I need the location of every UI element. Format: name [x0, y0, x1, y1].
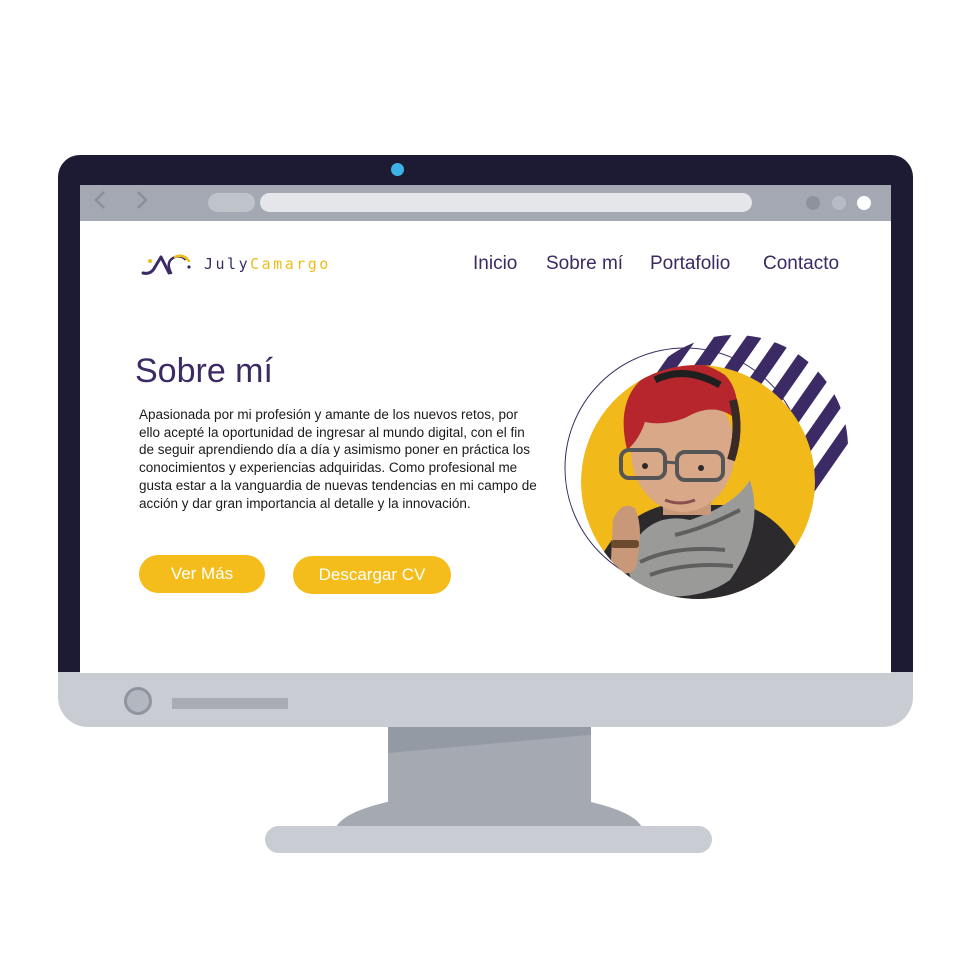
nav-portafolio[interactable]: Portafolio: [650, 253, 730, 275]
profile-photo: [564, 335, 848, 599]
nav-contacto[interactable]: Contacto: [763, 253, 839, 275]
nav-sobre-mi[interactable]: Sobre mí: [546, 253, 623, 275]
page-title: Sobre mí: [135, 352, 273, 390]
brand-second: Camargo: [250, 255, 331, 273]
window-dot-3[interactable]: [857, 196, 871, 210]
ver-mas-button[interactable]: Ver Más: [139, 555, 265, 593]
chevron-left-icon: [94, 191, 105, 209]
window-dot-1[interactable]: [806, 196, 820, 210]
window-dot-2[interactable]: [832, 196, 846, 210]
monitor-stand-foot: [265, 826, 712, 853]
nav-inicio[interactable]: Inicio: [473, 253, 517, 275]
forward-button[interactable]: [131, 190, 153, 214]
webcam-icon: [391, 163, 404, 176]
download-cv-button[interactable]: Descargar CV: [293, 556, 451, 594]
brand-first: July: [204, 255, 251, 273]
power-button[interactable]: [124, 687, 152, 715]
chevron-right-icon: [137, 191, 148, 209]
back-button[interactable]: [89, 190, 111, 214]
brand-name[interactable]: JulyCamargo: [204, 255, 331, 273]
address-bar[interactable]: [260, 193, 752, 212]
tab-pill[interactable]: [208, 193, 255, 212]
monitor-slot: [172, 698, 288, 709]
about-paragraph: Apasionada por mi profesión y amante de …: [139, 407, 537, 511]
logo-icon[interactable]: [141, 251, 195, 279]
